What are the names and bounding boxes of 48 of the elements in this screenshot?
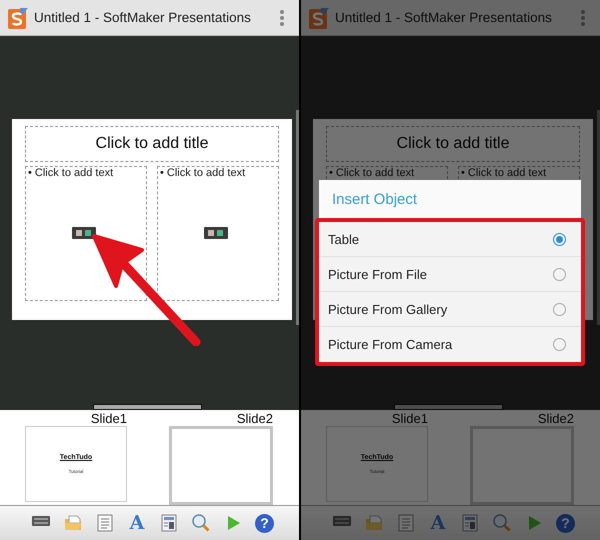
option-label: Picture From Gallery [328, 302, 448, 316]
app-logo-icon [8, 6, 28, 28]
radio-button[interactable] [553, 232, 566, 246]
placeholder-text: • Click to add text [27, 167, 114, 179]
folder-icon[interactable] [364, 513, 384, 533]
window-title: Untitled 1 - SoftMaker Presentations [34, 10, 252, 25]
title-placeholder[interactable]: Click to add title [326, 126, 580, 162]
scrollbar[interactable] [93, 404, 202, 410]
app-logo-icon [309, 6, 329, 28]
layout-icon[interactable] [460, 513, 480, 533]
placeholder-text: • Click to add text [328, 167, 416, 179]
radio-button[interactable] [553, 302, 566, 316]
menu-icon[interactable] [279, 8, 285, 26]
title-placeholder[interactable]: Click to add title [25, 126, 279, 162]
scrollbar[interactable] [296, 110, 299, 325]
document-icon[interactable] [396, 513, 416, 533]
option-row[interactable]: Table [319, 222, 581, 257]
slide-thumbnail[interactable] [470, 426, 574, 505]
window-title: Untitled 1 - SoftMaker Presentations [335, 10, 553, 25]
scrollbar[interactable] [394, 404, 503, 410]
placeholder-text: • Click to add text [159, 167, 246, 179]
insert-object-icon[interactable] [72, 227, 96, 239]
slide-label: Slide1 [392, 411, 428, 426]
placeholder-text: • Click to add text [460, 167, 548, 179]
slide-label: Slide1 [90, 411, 127, 426]
document-icon[interactable] [95, 513, 115, 533]
text-style-icon[interactable]: A [127, 513, 147, 533]
help-icon[interactable]: ? [255, 514, 274, 532]
slide-thumbnail[interactable] [169, 426, 273, 505]
option-row[interactable]: Picture From File [319, 257, 581, 292]
scrollbar[interactable] [597, 110, 600, 325]
dialog-title: Insert Object [331, 190, 418, 210]
content-placeholder[interactable]: • Click to add text [157, 166, 279, 301]
search-icon[interactable] [492, 513, 512, 533]
radio-button[interactable] [553, 268, 566, 280]
insert-object-icon[interactable] [204, 227, 228, 239]
menu-icon[interactable] [580, 8, 586, 26]
search-icon[interactable] [191, 513, 211, 533]
option-label: Picture From Camera [328, 337, 452, 352]
radio-button[interactable] [553, 338, 566, 351]
option-label: Picture From File [328, 266, 427, 282]
slide-label: Slide2 [538, 411, 574, 426]
folder-icon[interactable] [63, 513, 83, 533]
option-label: Table [328, 232, 360, 246]
option-row[interactable]: Picture From Gallery [319, 292, 581, 327]
option-row[interactable]: Picture From Camera [319, 327, 581, 362]
slide-label: Slide2 [236, 411, 273, 426]
layout-icon[interactable] [159, 513, 179, 533]
